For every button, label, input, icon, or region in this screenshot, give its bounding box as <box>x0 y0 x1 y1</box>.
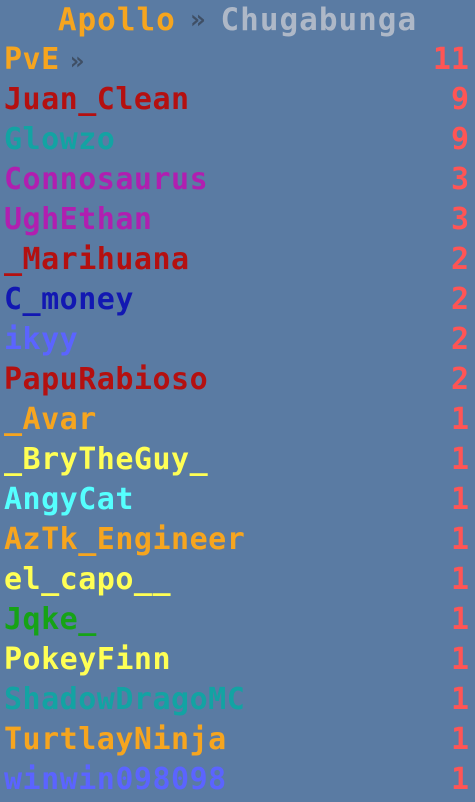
player-score: 1 <box>450 482 469 517</box>
player-row: _Marihuana 2 <box>0 240 475 280</box>
player-row: Juan_Clean 9 <box>0 80 475 120</box>
player-name: _BryTheGuy_ <box>4 442 209 477</box>
player-name: el_capo__ <box>4 562 172 597</box>
player-score: 2 <box>450 242 469 277</box>
player-row: Jqke_ 1 <box>0 600 475 640</box>
scoreboard-header: Apollo » Chugabunga <box>0 0 475 40</box>
player-score: 3 <box>450 202 469 237</box>
player-score: 1 <box>450 522 469 557</box>
player-name: C_money <box>4 282 134 317</box>
player-name: winwin098098 <box>4 762 227 797</box>
player-row: Glowzo 9 <box>0 120 475 160</box>
player-row: PokeyFinn 1 <box>0 640 475 680</box>
player-name: Juan_Clean <box>4 82 190 117</box>
player-score: 1 <box>450 642 469 677</box>
player-row: UghEthan 3 <box>0 200 475 240</box>
player-score: 1 <box>450 762 469 797</box>
player-row: AngyCat 1 <box>0 480 475 520</box>
section-row-pve: PvE » 11 <box>0 40 475 80</box>
player-score: 2 <box>450 322 469 357</box>
player-name: PokeyFinn <box>4 642 172 677</box>
player-name: TurtlayNinja <box>4 722 227 757</box>
player-score: 2 <box>450 282 469 317</box>
player-name: Connosaurus <box>4 162 209 197</box>
player-name: AzTk_Engineer <box>4 522 246 557</box>
scoreboard-list: PvE» 11 Juan_Clean 9 Glowzo 9 Connosaurus 3 Ug… <box>0 40 475 800</box>
player-score: 1 <box>450 562 469 597</box>
player-row: el_capo__ 1 <box>0 560 475 600</box>
player-score: 9 <box>450 122 469 157</box>
section-chevron-icon: » <box>69 46 85 75</box>
player-score: 9 <box>450 82 469 117</box>
server-name: Apollo <box>57 2 176 38</box>
player-name: AngyCat <box>4 482 134 517</box>
player-score: 1 <box>450 722 469 757</box>
player-score: 3 <box>450 162 469 197</box>
player-row: AzTk_Engineer 1 <box>0 520 475 560</box>
player-name: Jqke_ <box>4 602 97 637</box>
player-score: 1 <box>450 602 469 637</box>
section-score: 11 <box>432 42 469 77</box>
player-row: winwin098098 1 <box>0 760 475 800</box>
player-row: ikyy 2 <box>0 320 475 360</box>
player-name: PapuRabioso <box>4 362 209 397</box>
section-label-group: PvE » <box>4 40 84 80</box>
player-score: 1 <box>450 442 469 477</box>
player-name: ikyy <box>4 322 79 357</box>
player-row: PapuRabioso 2 <box>0 360 475 400</box>
player-name: _Marihuana <box>4 242 190 277</box>
section-label: PvE <box>4 41 60 77</box>
player-row: TurtlayNinja 1 <box>0 720 475 760</box>
player-name: Glowzo <box>4 122 116 157</box>
player-score: 2 <box>450 362 469 397</box>
player-score: 1 <box>450 402 469 437</box>
player-row: C_money 2 <box>0 280 475 320</box>
player-row: _Avar 1 <box>0 400 475 440</box>
player-name: ShadowDragoMC <box>4 682 246 717</box>
player-name: _Avar <box>4 402 97 437</box>
player-score: 1 <box>450 682 469 717</box>
player-row: Connosaurus 3 <box>0 160 475 200</box>
player-name: UghEthan <box>4 202 153 237</box>
breadcrumb-separator-icon: » <box>189 5 207 35</box>
player-name: Chugabunga <box>220 2 418 38</box>
player-row: ShadowDragoMC 1 <box>0 680 475 720</box>
player-row: _BryTheGuy_ 1 <box>0 440 475 480</box>
